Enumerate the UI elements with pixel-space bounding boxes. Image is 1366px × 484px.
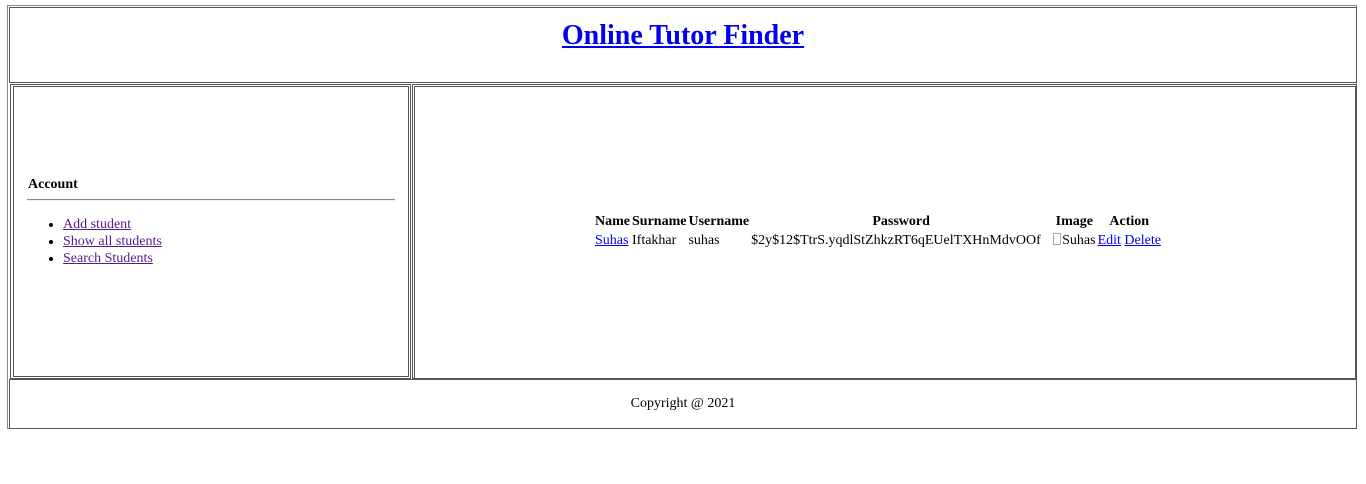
- cell-image: Suhas: [1053, 231, 1097, 250]
- column-header-action: Action: [1109, 214, 1150, 229]
- students-table: Name Surname Username Password Image Act…: [595, 212, 1163, 250]
- column-header-image: Image: [1055, 214, 1093, 229]
- column-header-surname: Surname: [632, 214, 687, 229]
- student-name-link[interactable]: Suhas: [595, 233, 628, 248]
- account-heading: Account: [28, 177, 78, 192]
- sidebar-item-show-all-students: Show all students: [63, 233, 162, 250]
- column-header-password: Password: [872, 214, 930, 229]
- search-students-link[interactable]: Search Students: [63, 251, 153, 266]
- sidebar-item-add-student: Add student: [63, 216, 162, 233]
- table-row: Suhas Iftakhar suhas $2y$12$TtrS.yqdlStZ…: [595, 231, 1163, 250]
- sidebar-divider: [27, 199, 395, 201]
- column-header-name: Name: [595, 214, 630, 229]
- page-title: Online Tutor Finder: [0, 20, 1366, 52]
- show-all-students-link[interactable]: Show all students: [63, 234, 162, 249]
- edit-link[interactable]: Edit: [1098, 233, 1121, 248]
- cell-action: Edit Delete: [1098, 231, 1163, 250]
- cell-name: Suhas: [595, 231, 632, 250]
- column-header-username: Username: [688, 214, 750, 229]
- sidebar-item-search-students: Search Students: [63, 250, 162, 267]
- cell-password: $2y$12$TtrS.yqdlStZhkzRT6qEUelTXHnMdvOOf: [751, 233, 1041, 248]
- broken-image-icon: [1053, 233, 1062, 245]
- site-title-link[interactable]: Online Tutor Finder: [562, 20, 804, 51]
- delete-link[interactable]: Delete: [1124, 233, 1161, 248]
- table-header-row: Name Surname Username Password Image Act…: [595, 212, 1163, 231]
- image-alt-text: Suhas: [1062, 233, 1096, 248]
- cell-username: suhas: [688, 233, 720, 248]
- sidebar-menu: Add student Show all students Search Stu…: [27, 216, 162, 267]
- copyright-text: Copyright @ 2021: [630, 396, 736, 411]
- cell-surname: Iftakhar: [632, 233, 677, 248]
- add-student-link[interactable]: Add student: [63, 217, 131, 232]
